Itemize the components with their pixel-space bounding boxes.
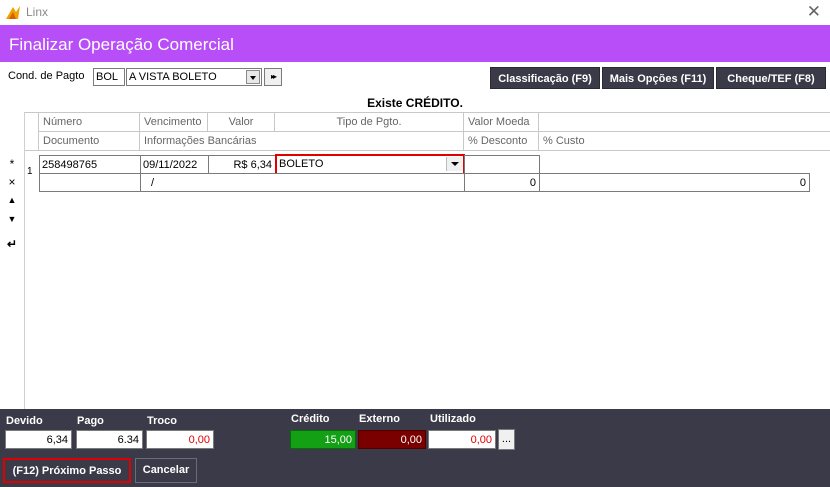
next-step-button[interactable]: (F12) Próximo Passo	[3, 458, 131, 483]
totals-footer: Devido 6,34 Pago 6.34 Troco 0,00 Crédito…	[0, 409, 830, 487]
header-numero: Número	[39, 113, 140, 132]
row-index: 1	[27, 166, 33, 177]
numero-cell[interactable]: 258498765	[39, 155, 141, 174]
delete-row-icon[interactable]: ×	[5, 175, 19, 189]
page-header: Finalizar Operação Comercial	[0, 25, 830, 62]
documento-cell[interactable]	[39, 173, 141, 192]
header-valor-moeda: Valor Moeda	[464, 113, 539, 132]
grid-header-spacer	[25, 113, 39, 132]
linx-logo-icon	[6, 6, 20, 19]
externo-field: 0,00	[358, 430, 426, 449]
payment-grid: Número Vencimento Valor Tipo de Pgto. Va…	[0, 112, 830, 409]
close-icon[interactable]: ✕	[807, 3, 821, 21]
header-custo: % Custo	[539, 132, 830, 151]
window-titlebar: Linx ✕	[0, 0, 830, 25]
externo-label: Externo	[359, 413, 400, 425]
grid-header-spacer-2	[25, 132, 39, 151]
chevron-down-icon[interactable]	[446, 157, 462, 171]
credit-message: Existe CRÉDITO.	[367, 96, 463, 110]
window-title: Linx	[26, 5, 49, 19]
header-empty	[539, 113, 830, 132]
asterisk-icon[interactable]: *	[5, 157, 19, 171]
valor-moeda-cell[interactable]	[464, 155, 540, 174]
header-tipo-pgto: Tipo de Pgto.	[275, 113, 464, 132]
cond-pagto-label: Cond. de Pagto	[8, 70, 85, 82]
chevron-down-icon[interactable]	[246, 70, 260, 84]
cheque-tef-button[interactable]: Cheque/TEF (F8)	[716, 67, 826, 89]
fast-forward-button[interactable]: ▸▸	[264, 68, 282, 86]
header-documento: Documento	[39, 132, 140, 151]
cond-pagto-code-input[interactable]: BOL	[93, 68, 125, 86]
cancel-button[interactable]: Cancelar	[135, 458, 197, 483]
move-down-icon[interactable]: ▼	[5, 212, 19, 226]
header-vencimento: Vencimento	[140, 113, 208, 132]
header-info-bancarias: Informações Bancárias	[140, 132, 464, 151]
vencimento-cell[interactable]: 09/11/2022	[140, 155, 209, 174]
valor-cell[interactable]: R$ 6,34	[208, 155, 276, 174]
troco-field: 0,00	[146, 430, 214, 449]
utilizado-field: 0,00	[428, 430, 496, 449]
info-bancarias-cell[interactable]: /	[140, 173, 465, 192]
enter-icon[interactable]: ↵	[5, 237, 19, 251]
credit-details-button[interactable]: ...	[498, 429, 515, 450]
tipo-pgto-select[interactable]: BOLETO	[275, 154, 465, 175]
credito-field: 15,00	[290, 430, 356, 449]
credito-label: Crédito	[291, 413, 330, 425]
devido-label: Devido	[6, 415, 43, 427]
custo-cell[interactable]: 0	[539, 173, 810, 192]
page-title: Finalizar Operação Comercial	[9, 35, 234, 54]
pago-field[interactable]: 6.34	[76, 430, 143, 449]
utilizado-label: Utilizado	[430, 413, 476, 425]
troco-label: Troco	[147, 415, 177, 427]
tipo-pgto-value: BOLETO	[279, 158, 324, 170]
header-desconto: % Desconto	[464, 132, 539, 151]
pago-label: Pago	[77, 415, 104, 427]
devido-field: 6,34	[5, 430, 72, 449]
mais-opcoes-button[interactable]: Mais Opções (F11)	[602, 67, 714, 89]
desconto-cell[interactable]: 0	[464, 173, 540, 192]
move-up-icon[interactable]: ▲	[5, 193, 19, 207]
classificacao-button[interactable]: Classificação (F9)	[490, 67, 600, 89]
cond-pagto-select[interactable]: A VISTA BOLETO	[126, 68, 262, 86]
cond-pagto-select-value: A VISTA BOLETO	[129, 71, 217, 83]
header-valor: Valor	[208, 113, 275, 132]
